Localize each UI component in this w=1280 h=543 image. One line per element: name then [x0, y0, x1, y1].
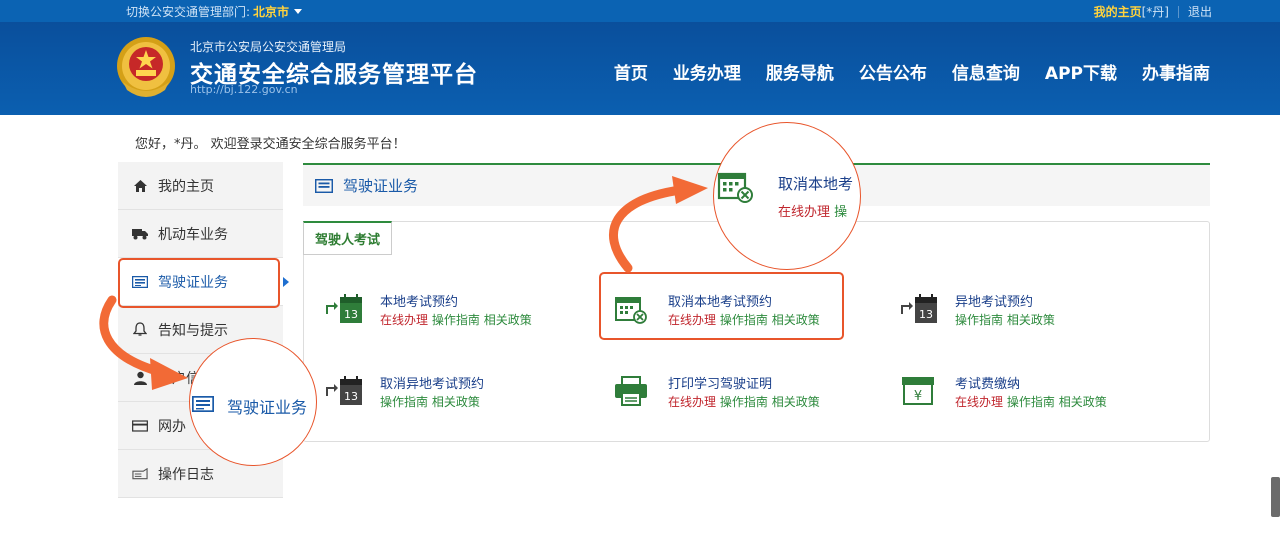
- user-tag: [*丹]: [1141, 5, 1169, 19]
- service-name: 考试费缴纳: [955, 377, 1021, 392]
- sidebar-item-label: 我的主页: [158, 178, 214, 195]
- svg-text:¥: ¥: [914, 389, 922, 404]
- link-guide[interactable]: 操作指南: [720, 395, 768, 409]
- service-links: 在线办理 操作指南 相关政策: [380, 311, 532, 328]
- my-home-link[interactable]: 我的主页: [1094, 5, 1142, 19]
- department-switcher[interactable]: 切换公安交通管理部门: 北京市: [126, 3, 303, 20]
- payment-yen-icon: ¥: [902, 377, 934, 405]
- card-icon: [132, 418, 148, 434]
- link-policy[interactable]: 相关政策: [772, 313, 820, 327]
- link-online[interactable]: 在线办理: [955, 395, 1003, 409]
- log-icon: [132, 466, 148, 482]
- top-user-links: 我的主页[*丹] 退出: [1094, 3, 1212, 20]
- zoom-service-name: 取消本地考: [778, 175, 854, 193]
- page-root: 切换公安交通管理部门: 北京市 我的主页[*丹] 退出 北京市公安局公安交通管理局 …: [0, 0, 1280, 543]
- sidebar-item-label: 网办: [158, 418, 186, 435]
- svg-text:13: 13: [919, 308, 933, 321]
- nav-business[interactable]: 业务办理: [673, 59, 741, 84]
- svg-text:13: 13: [344, 390, 358, 403]
- link-guide[interactable]: 操作指南: [955, 313, 1003, 327]
- current-city: 北京市: [253, 5, 290, 19]
- service-exam-fee-payment[interactable]: ¥ 考试费缴纳 在线办理 操作指南 相关政策: [900, 372, 1140, 416]
- department-switch-label: 切换公安交通管理部门:: [126, 5, 251, 19]
- service-name: 本地考试预约: [380, 295, 459, 310]
- calendar-cancel-icon: [615, 297, 647, 324]
- tab-driver-exam[interactable]: 驾驶人考试: [303, 221, 392, 255]
- sidebar-item-label: 操作日志: [158, 466, 214, 483]
- service-name: 打印学习驾驶证明: [668, 377, 773, 392]
- zoom-sidebar-label: 驾驶证业务: [227, 398, 308, 417]
- service-cancel-local-exam[interactable]: 取消本地考试预约 在线办理 操作指南 相关政策: [613, 290, 853, 334]
- truck-icon: [132, 226, 148, 242]
- brand-url: http://bj.122.gov.cn: [190, 83, 298, 96]
- link-policy[interactable]: 相关政策: [772, 395, 820, 409]
- nav-guide[interactable]: 办事指南: [1142, 59, 1210, 84]
- service-links: 操作指南 相关政策: [955, 311, 1055, 328]
- license-card-icon: [192, 396, 214, 412]
- link-online[interactable]: 在线办理: [668, 395, 716, 409]
- bell-icon: [132, 322, 148, 338]
- service-links: 在线办理 操作指南 相关政策: [668, 311, 820, 328]
- divider: [1177, 6, 1179, 18]
- police-emblem-icon: [117, 37, 175, 97]
- sidebar-item-label: 机动车业务: [158, 226, 228, 243]
- user-icon: [132, 370, 148, 386]
- caret-down-icon: [294, 9, 303, 14]
- zoom-link-guide: 操: [834, 205, 848, 220]
- service-remote-exam-booking[interactable]: 13 异地考试预约 操作指南 相关政策: [900, 290, 1140, 334]
- svg-text:13: 13: [344, 308, 358, 321]
- nav-service-guide[interactable]: 服务导航: [766, 59, 834, 84]
- link-guide[interactable]: 操作指南: [432, 313, 480, 327]
- home-icon: [132, 178, 148, 194]
- link-policy[interactable]: 相关政策: [1007, 313, 1055, 327]
- service-links: 在线办理 操作指南 相关政策: [668, 393, 820, 410]
- link-policy[interactable]: 相关政策: [432, 395, 480, 409]
- service-cancel-remote-exam[interactable]: 13 取消异地考试预约 操作指南 相关政策: [325, 372, 565, 416]
- nav-info-query[interactable]: 信息查询: [952, 59, 1020, 84]
- link-policy[interactable]: 相关政策: [1059, 395, 1107, 409]
- calendar-13-icon: 13: [326, 294, 362, 323]
- sidebar-item-vehicle[interactable]: 机动车业务: [118, 210, 283, 258]
- printer-icon: [615, 376, 647, 406]
- calendar-13-icon: 13: [901, 294, 937, 323]
- main-nav: 首页 业务办理 服务导航 公告公布 信息查询 APP下载 办事指南: [589, 59, 1210, 84]
- nav-app-download[interactable]: APP下载: [1045, 59, 1117, 84]
- link-online[interactable]: 在线办理: [380, 313, 428, 327]
- sidebar-item-label: 驾驶证业务: [158, 274, 228, 291]
- sidebar-item-license[interactable]: 驾驶证业务: [118, 258, 289, 306]
- logout-link[interactable]: 退出: [1188, 5, 1212, 19]
- nav-home[interactable]: 首页: [614, 59, 648, 84]
- zoom-callout-service: 取消本地考 在线办理 操: [713, 122, 861, 270]
- zoom-callout-sidebar: 驾驶证业务: [189, 338, 317, 466]
- brand-subtitle: 北京市公安局公安交通管理局: [190, 40, 347, 54]
- zoom-service-links: 在线办理 操: [778, 201, 847, 220]
- site-header: 北京市公安局公安交通管理局 交通安全综合服务管理平台 http://bj.122…: [0, 22, 1280, 115]
- service-name: 异地考试预约: [955, 295, 1034, 310]
- service-print-learner-cert[interactable]: 打印学习驾驶证明 在线办理 操作指南 相关政策: [613, 372, 853, 416]
- link-online[interactable]: 在线办理: [668, 313, 716, 327]
- section-title: 驾驶证业务: [343, 177, 419, 195]
- link-guide[interactable]: 操作指南: [380, 395, 428, 409]
- service-links: 在线办理 操作指南 相关政策: [955, 393, 1107, 410]
- sidebar-item-home[interactable]: 我的主页: [118, 162, 283, 210]
- link-guide[interactable]: 操作指南: [1007, 395, 1055, 409]
- service-name: 取消本地考试预约: [668, 295, 773, 310]
- license-card-icon: [132, 274, 148, 290]
- top-bar: 切换公安交通管理部门: 北京市 我的主页[*丹] 退出: [0, 0, 1280, 22]
- service-name: 取消异地考试预约: [380, 377, 485, 392]
- sidebar-item-label: 告知与提示: [158, 322, 228, 339]
- service-local-exam-booking[interactable]: 13 本地考试预约 在线办理 操作指南 相关政策: [325, 290, 565, 334]
- calendar-cancel-icon: [717, 172, 753, 203]
- zoom-link-online: 在线办理: [778, 205, 831, 220]
- calendar-13-icon: 13: [326, 376, 362, 405]
- service-links: 操作指南 相关政策: [380, 393, 480, 410]
- scrollbar-handle[interactable]: [1271, 477, 1280, 517]
- link-guide[interactable]: 操作指南: [720, 313, 768, 327]
- license-card-icon: [315, 178, 333, 193]
- link-policy[interactable]: 相关政策: [484, 313, 532, 327]
- welcome-message: 您好，*丹。 欢迎登录交通安全综合服务平台！: [135, 137, 406, 152]
- nav-announcements[interactable]: 公告公布: [859, 59, 927, 84]
